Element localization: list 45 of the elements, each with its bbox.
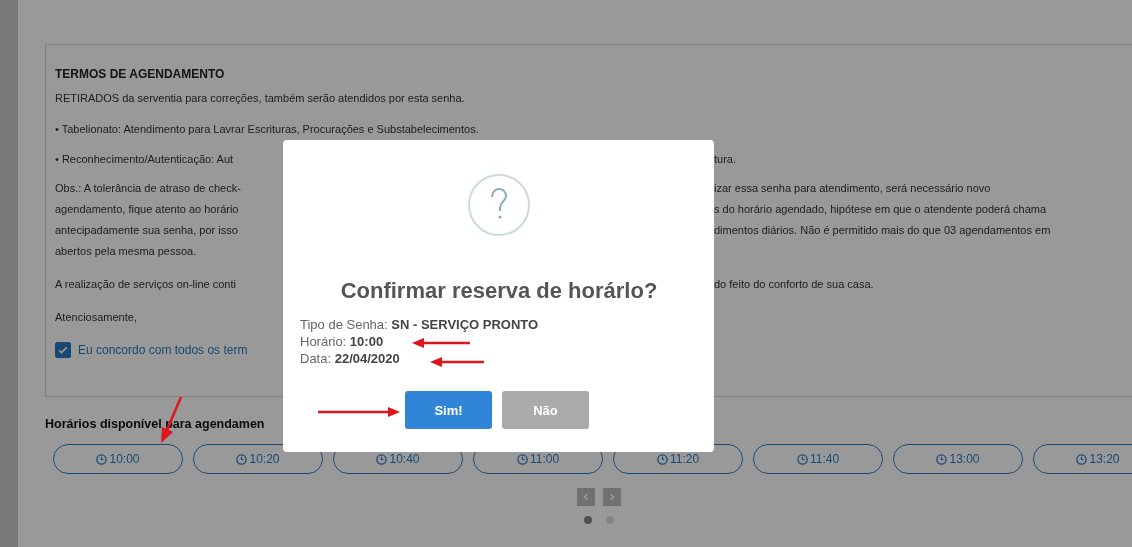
terms-text: dimentos diários. Não é permitido mais do que 03 agendamentos em [714, 223, 1052, 238]
clock-icon [236, 453, 248, 465]
annotation-arrow [430, 356, 486, 368]
time-slot-button[interactable]: 10:20 [193, 444, 323, 474]
chevron-left-icon [581, 492, 591, 502]
time-slot-button[interactable]: 10:00 [53, 444, 183, 474]
terms-text: Obs.: A tolerância de atraso de check- [55, 181, 242, 196]
agree-label: Eu concordo com todos os term [78, 343, 248, 357]
terms-text: • Reconhecimento/Autenticação: Aut [55, 152, 235, 167]
question-icon [468, 174, 530, 236]
page-dot[interactable] [584, 516, 592, 524]
previous-button[interactable] [577, 488, 595, 506]
terms-text: abertos pela mesma pessoa. [55, 244, 197, 259]
terms-text: antecipadamente sua senha, por isso [55, 223, 239, 238]
detail-line: Tipo de Senha: SN - SERVIÇO PRONTO [300, 316, 539, 333]
clock-icon [796, 453, 808, 465]
terms-text: • Tabelionato: Atendimento para Lavrar Escrituras, Procurações e Substabelecimentos. [55, 122, 479, 137]
section-title: TERMOS DE AGENDAMENTO [55, 67, 226, 81]
cancel-button[interactable]: Não [502, 391, 589, 429]
clock-icon [376, 453, 388, 465]
time-slot-button[interactable]: 13:00 [893, 444, 1023, 474]
terms-text: agendamento, fique atento ao horário [55, 202, 240, 217]
dialog-title: Confirmar reserva de horárlo? [340, 278, 658, 304]
time-slot-button[interactable]: 13:20 [1033, 444, 1132, 474]
terms-text: izar essa senha para atendimento, será necessário novo [714, 181, 992, 196]
checkbox[interactable] [55, 342, 71, 358]
terms-text: s do horário agendado, hipótese em que o atendente poderá chama [714, 202, 1048, 217]
terms-text: tura. [714, 152, 737, 167]
terms-text: Atenciosamente, [55, 310, 137, 325]
clock-icon [96, 453, 108, 465]
terms-text: RETIRADOS da serventia para correções, também serão atendidos por esta senha. [55, 91, 465, 105]
clock-icon [656, 453, 668, 465]
clock-icon [1076, 453, 1088, 465]
check-icon [57, 344, 69, 356]
clock-icon [936, 453, 948, 465]
confirm-button[interactable]: Sim! [405, 391, 492, 429]
terms-text: A realização de serviços on-line conti [55, 277, 237, 292]
annotation-arrow [412, 337, 472, 349]
chevron-right-icon [607, 492, 617, 502]
detail-line: Data: 22/04/2020 [300, 350, 400, 367]
clock-icon [516, 453, 528, 465]
next-button[interactable] [603, 488, 621, 506]
time-slot-button[interactable]: 11:40 [753, 444, 883, 474]
detail-line: Horário: 10:00 [300, 333, 384, 350]
terms-text: do feito do conforto de sua casa. [714, 277, 875, 292]
